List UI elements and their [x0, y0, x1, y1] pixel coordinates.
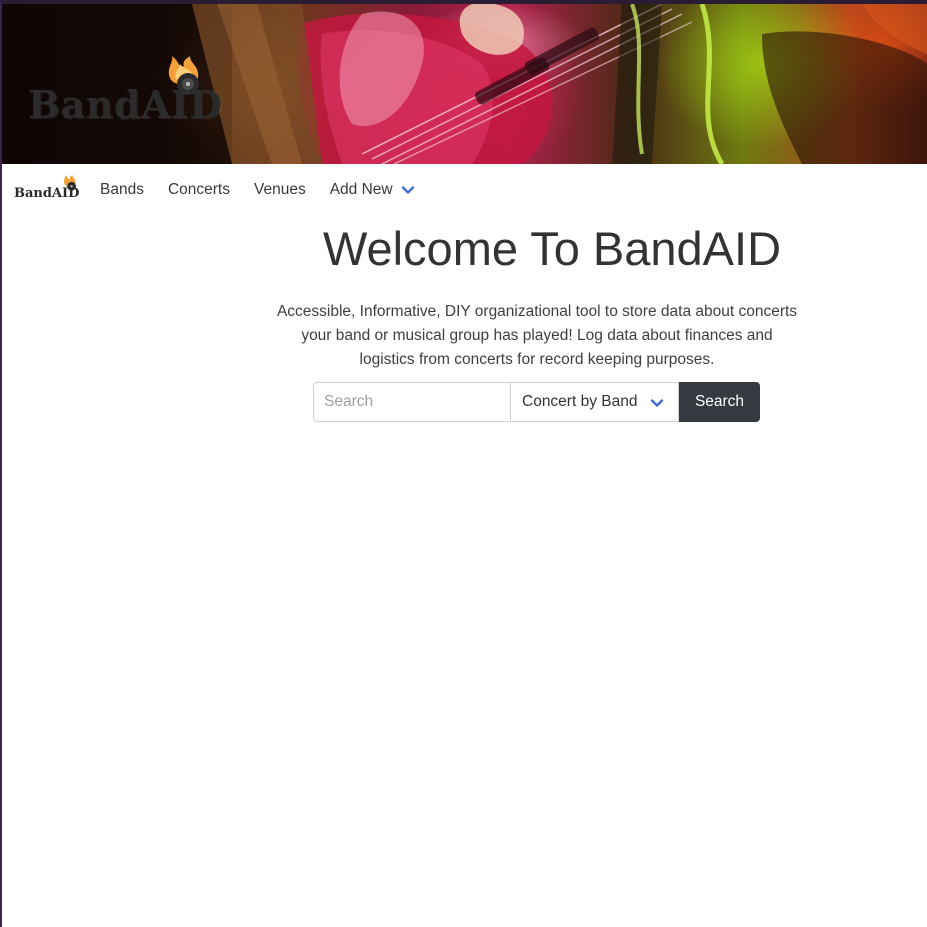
nav-link-label: Bands: [100, 181, 144, 198]
nav-link-label: Concerts: [167, 181, 230, 198]
navbar: BandAID Bands Concerts Venues Add New: [2, 164, 927, 216]
nav-link-label: Add New: [329, 181, 393, 198]
nav-dropdown-add-new[interactable]: Add New: [330, 181, 415, 199]
search-button[interactable]: Search: [679, 382, 760, 422]
search-filter-value: Concert by Band: [522, 393, 638, 410]
intro-description: Accessible, Informative, DIY organizatio…: [276, 303, 798, 368]
nav-links: Bands Concerts Venues Add New: [100, 181, 439, 199]
nav-link-concerts[interactable]: Concerts: [168, 181, 230, 199]
banner-logo[interactable]: BandAID: [28, 56, 238, 136]
search-filter-select[interactable]: Concert by Band: [510, 382, 679, 422]
navbar-logo[interactable]: BandAID: [14, 175, 88, 205]
search-input[interactable]: [313, 382, 510, 422]
nav-link-label: Venues: [253, 181, 306, 198]
nav-link-venues[interactable]: Venues: [254, 181, 306, 199]
search-bar: Concert by Band Search: [313, 382, 760, 422]
navbar-wordmark: BandAID: [14, 186, 80, 201]
page: BandAID BandAID Bands Concerts Venues Ad…: [0, 0, 927, 927]
chevron-down-icon: [401, 186, 414, 194]
hero-banner: BandAID: [2, 4, 927, 164]
banner-wordmark: BandAID: [28, 82, 223, 127]
nav-link-bands[interactable]: Bands: [100, 181, 144, 199]
chevron-down-icon: [650, 399, 664, 407]
page-title: Welcome To BandAID: [322, 222, 782, 275]
main-content: Welcome To BandAID Accessible, Informati…: [262, 216, 812, 422]
